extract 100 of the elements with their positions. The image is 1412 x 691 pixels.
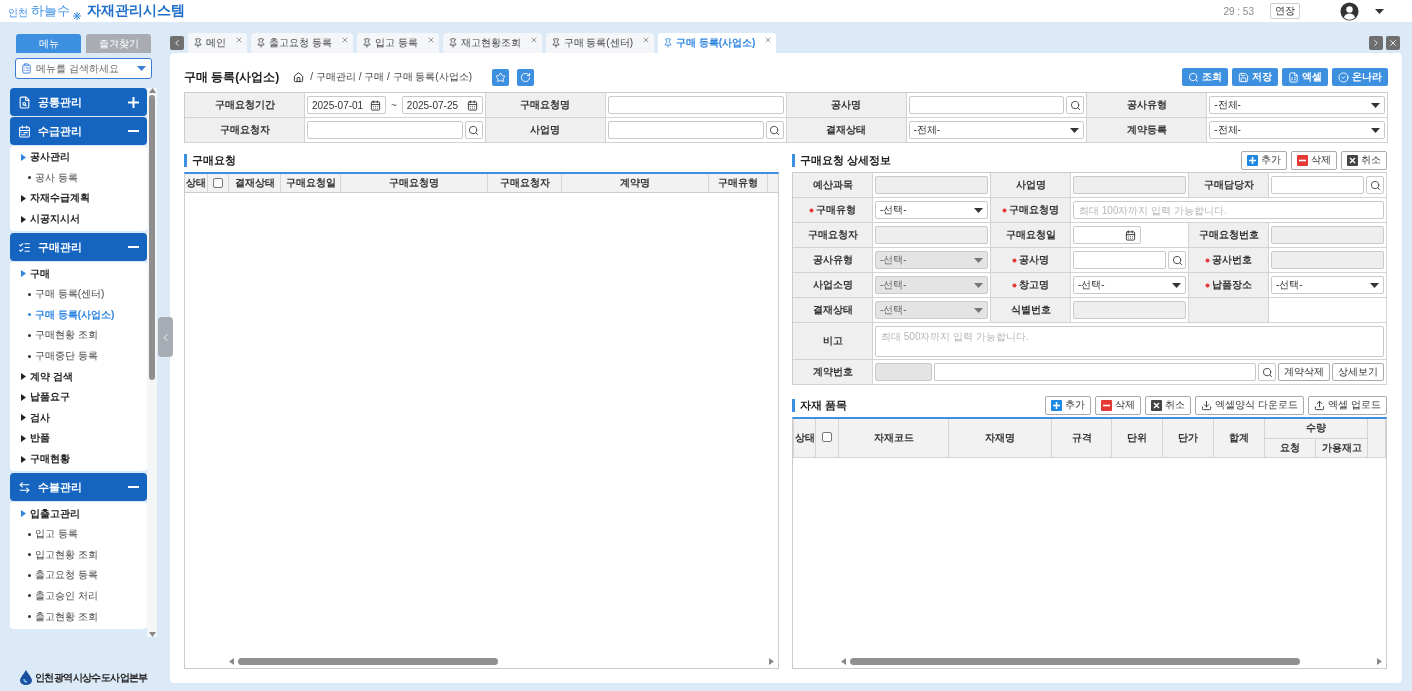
refresh-button[interactable] <box>517 68 534 86</box>
small-button[interactable]: 상세보기 <box>1332 363 1384 381</box>
field-label: 납품장소 <box>1212 278 1252 292</box>
text-field[interactable] <box>934 363 1256 381</box>
checkbox[interactable] <box>213 178 223 188</box>
user-icon[interactable] <box>1340 1 1359 21</box>
toolbar-button[interactable]: 추가 <box>1241 150 1287 170</box>
search-icon <box>468 124 480 136</box>
menu-folder[interactable]: 계약 검색 <box>10 366 147 387</box>
text-field[interactable] <box>607 121 764 139</box>
menu-folder[interactable]: 공사관리 <box>10 147 147 168</box>
toolbar-button[interactable]: 취소 <box>1145 395 1192 415</box>
menu-search-field[interactable]: 메뉴를 검색하세요 <box>15 58 152 79</box>
menu-group-header[interactable]: 구매관리 <box>10 233 147 262</box>
page-tab[interactable]: 출고요청 등록 <box>251 33 353 53</box>
select-field[interactable]: -전체- <box>1209 96 1385 114</box>
close-icon <box>1388 38 1398 48</box>
menu-group-header[interactable]: 수급관리 <box>10 117 147 145</box>
sidebar-toggle-button[interactable] <box>158 317 173 357</box>
textarea-field[interactable]: 최대 500자까지 입력 가능합니다. <box>875 325 1384 357</box>
close-icon <box>529 36 538 44</box>
favorite-button[interactable] <box>492 68 509 86</box>
close-icon <box>235 36 243 44</box>
page-tab[interactable]: 재고현황조회 <box>442 33 542 53</box>
tab-close-button[interactable] <box>426 36 435 44</box>
menu-item[interactable]: 구매중단 등록 <box>10 345 147 367</box>
menu-folder[interactable]: 납품요구 <box>10 386 147 408</box>
search-button[interactable] <box>464 121 483 139</box>
menu-item[interactable]: 공사 등록 <box>10 167 147 189</box>
tab-close-button[interactable] <box>529 36 538 44</box>
search-button[interactable] <box>1366 176 1384 194</box>
page-tab[interactable]: 구매 등록(사업소) <box>658 33 777 53</box>
menu-item[interactable]: 입고 등록 <box>10 523 147 545</box>
menu-folder[interactable]: 검사 <box>10 407 147 429</box>
menu-folder[interactable]: 자재수급계획 <box>10 188 147 209</box>
date-field[interactable]: 2025-07-01 <box>307 96 386 114</box>
select-field[interactable]: -선택- <box>1271 276 1384 294</box>
tab-close-button[interactable] <box>235 36 243 44</box>
text-field[interactable] <box>307 121 463 139</box>
caret-icon <box>1370 282 1379 288</box>
checkbox[interactable] <box>822 431 832 442</box>
document-icon <box>21 63 32 74</box>
select-field[interactable]: -전체- <box>908 121 1085 139</box>
toolbar-button[interactable]: 추가 <box>1045 395 1092 415</box>
menu-item[interactable]: 구매 등록(센터) <box>10 283 147 305</box>
toolbar-button[interactable]: 삭제 <box>1291 150 1337 170</box>
extend-button[interactable]: 연장 <box>1270 3 1300 19</box>
text-field[interactable] <box>908 96 1065 114</box>
field-label: 구매요청명 <box>485 93 606 118</box>
menu-item[interactable]: 출고승인 처리 <box>10 585 147 607</box>
date-field[interactable] <box>1073 226 1141 244</box>
collapse-icon <box>128 486 139 489</box>
tab-close-button[interactable] <box>642 36 650 44</box>
caret-icon[interactable] <box>1375 8 1384 14</box>
close-all-button[interactable] <box>1386 36 1400 50</box>
page-tab[interactable]: 구매 등록(센터) <box>545 33 654 53</box>
menu-group-header[interactable]: 공통관리 <box>10 88 147 116</box>
field-label: 예산과목 <box>812 178 853 192</box>
small-button[interactable]: 계약삭제 <box>1278 363 1330 381</box>
close-icon <box>764 36 773 44</box>
select-field[interactable]: -선택- <box>1073 276 1186 294</box>
select-field[interactable]: -선택- <box>875 201 988 219</box>
close-icon <box>642 36 650 44</box>
checklist-icon <box>18 240 31 254</box>
text-field[interactable] <box>1271 176 1364 194</box>
field-label: 계약등록 <box>1087 118 1208 143</box>
header-cell: 합계 <box>1213 419 1265 457</box>
page-title: 구매 등록(사업소) <box>184 68 280 86</box>
menu-folder[interactable]: 구매 <box>10 263 147 284</box>
text-field[interactable] <box>1073 251 1166 269</box>
menu-folder[interactable]: 구매현황 <box>10 448 147 470</box>
menu-folder[interactable]: 입출고관리 <box>10 503 147 524</box>
toolbar-button[interactable]: 삭제 <box>1095 395 1142 415</box>
search-button[interactable] <box>1066 96 1085 114</box>
date-field[interactable]: 2025-07-25 <box>401 96 483 114</box>
tab-close-button[interactable] <box>764 36 773 44</box>
pin-icon <box>256 38 266 48</box>
scroll-left-button[interactable] <box>170 36 184 50</box>
text-field[interactable] <box>875 363 932 381</box>
toolbar-button[interactable]: 취소 <box>1341 150 1387 170</box>
search-button[interactable] <box>1258 363 1276 381</box>
page-tab[interactable]: 메인 <box>188 33 247 53</box>
menu-group-header[interactable]: 수불관리 <box>10 473 147 502</box>
menu-item[interactable]: 출고현황 조회 <box>10 606 147 627</box>
toolbar-button[interactable]: 엑셀양식 다운로드 <box>1195 395 1305 415</box>
tab-close-button[interactable] <box>340 36 349 44</box>
page-tab[interactable]: 입고 등록 <box>356 33 439 53</box>
toolbar-button[interactable]: 엑셀 업로드 <box>1308 395 1387 415</box>
search-button[interactable] <box>1168 251 1186 269</box>
select-field[interactable]: -전체- <box>1209 121 1385 139</box>
menu-item[interactable]: 출고요청 등록 <box>10 565 147 586</box>
menu-item[interactable]: 구매현황 조회 <box>10 325 147 346</box>
text-field[interactable]: 최대 100자까지 입력 가능합니다. <box>1073 201 1384 219</box>
menu-item[interactable]: 구매 등록(사업소) <box>10 304 147 326</box>
scroll-right-button[interactable] <box>1369 36 1383 50</box>
menu-item[interactable]: 입고현황 조회 <box>10 544 147 566</box>
menu-folder[interactable]: 반품 <box>10 428 147 449</box>
vertical-scrollbar[interactable] <box>147 88 157 637</box>
menu-folder[interactable]: 시공지시서 <box>10 208 147 230</box>
search-button[interactable] <box>765 121 784 139</box>
